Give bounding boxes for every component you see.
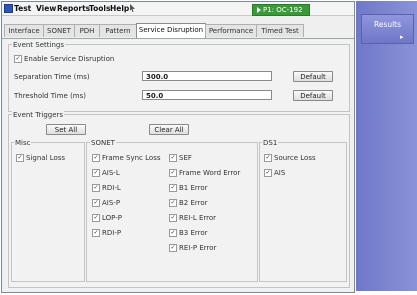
event-settings-title: Event Settings bbox=[12, 41, 65, 49]
rdi-l-checkbox[interactable]: ✓ bbox=[92, 184, 100, 192]
frame-word-error-checkbox[interactable]: ✓ bbox=[169, 169, 177, 177]
threshold-time-label: Threshold Time (ms) bbox=[14, 92, 87, 100]
rei-l-error-label: REI-L Error bbox=[179, 214, 217, 222]
lop-p-checkbox[interactable]: ✓ bbox=[92, 214, 100, 222]
enable-service-disruption-label: Enable Service Disruption bbox=[24, 55, 115, 63]
tab-sonet[interactable]: SONET bbox=[43, 24, 75, 37]
menu-reports[interactable]: Reports bbox=[57, 4, 90, 13]
separation-time-label: Separation Time (ms) bbox=[14, 73, 90, 81]
ds1-title: DS1 bbox=[262, 139, 279, 147]
clear-all-button[interactable]: Clear All bbox=[149, 124, 189, 135]
enable-service-disruption-checkbox[interactable]: ✓ bbox=[14, 55, 22, 63]
ais-l-checkbox[interactable]: ✓ bbox=[92, 169, 100, 177]
window-icon bbox=[4, 4, 13, 13]
tab-pdh[interactable]: PDH bbox=[74, 24, 100, 37]
b1-error-checkbox[interactable]: ✓ bbox=[169, 184, 177, 192]
lop-p-label: LOP-P bbox=[102, 214, 122, 222]
tab-pattern[interactable]: Pattern bbox=[99, 24, 137, 37]
ais-p-checkbox[interactable]: ✓ bbox=[92, 199, 100, 207]
set-all-button[interactable]: Set All bbox=[46, 124, 86, 135]
results-sidebar: Results ▸ bbox=[356, 1, 417, 291]
source-loss-checkbox[interactable]: ✓ bbox=[264, 154, 272, 162]
b1-error-label: B1 Error bbox=[179, 184, 208, 192]
sef-checkbox[interactable]: ✓ bbox=[169, 154, 177, 162]
rdi-p-checkbox[interactable]: ✓ bbox=[92, 229, 100, 237]
b2-error-label: B2 Error bbox=[179, 199, 208, 207]
b3-error-checkbox[interactable]: ✓ bbox=[169, 229, 177, 237]
tab-timed-test[interactable]: Timed Test bbox=[256, 24, 304, 37]
ais-l-label: AIS-L bbox=[102, 169, 120, 177]
menu-test[interactable]: Test bbox=[14, 4, 31, 13]
event-triggers-title: Event Triggers bbox=[12, 111, 65, 119]
rdi-l-label: RDI-L bbox=[102, 184, 121, 192]
ds1-ais-checkbox[interactable]: ✓ bbox=[264, 169, 272, 177]
rdi-p-label: RDI-P bbox=[102, 229, 122, 237]
tab-service-disruption[interactable]: Service Disruption bbox=[136, 23, 206, 38]
port-label: P1: OC-192 bbox=[263, 6, 303, 14]
separation-time-input[interactable]: 300.0 bbox=[142, 71, 272, 81]
results-label: Results bbox=[373, 20, 402, 29]
b2-error-checkbox[interactable]: ✓ bbox=[169, 199, 177, 207]
service-disruption-panel: Event Settings ✓ Enable Service Disrupti… bbox=[6, 40, 350, 290]
menu-view[interactable]: View bbox=[36, 4, 56, 13]
ais-p-label: AIS-P bbox=[102, 199, 121, 207]
port-badge[interactable]: P1: OC-192 bbox=[252, 4, 310, 16]
frame-sync-loss-label: Frame Sync Loss bbox=[102, 154, 161, 162]
main-window: Test View Reports Tools Help P1: OC-192 … bbox=[1, 1, 355, 293]
tab-interface[interactable]: Interface bbox=[4, 24, 44, 37]
signal-loss-label: Signal Loss bbox=[26, 154, 66, 162]
threshold-time-input[interactable]: 50.0 bbox=[142, 90, 272, 100]
ds1-ais-label: AIS bbox=[274, 169, 286, 177]
cursor-icon bbox=[130, 4, 135, 12]
separation-default-button[interactable]: Default bbox=[293, 71, 333, 82]
frame-word-error-label: Frame Word Error bbox=[179, 169, 241, 177]
rei-p-error-checkbox[interactable]: ✓ bbox=[169, 244, 177, 252]
tab-bar: Interface SONET PDH Pattern Service Disr… bbox=[2, 23, 354, 39]
sonet-group bbox=[86, 142, 258, 282]
frame-sync-loss-checkbox[interactable]: ✓ bbox=[92, 154, 100, 162]
sonet-title: SONET bbox=[90, 139, 116, 147]
rei-l-error-checkbox[interactable]: ✓ bbox=[169, 214, 177, 222]
signal-loss-checkbox[interactable]: ✓ bbox=[16, 154, 24, 162]
b3-error-label: B3 Error bbox=[179, 229, 208, 237]
rei-p-error-label: REI-P Error bbox=[179, 244, 217, 252]
menu-bar: Test View Reports Tools Help P1: OC-192 bbox=[2, 2, 354, 16]
threshold-default-button[interactable]: Default bbox=[293, 90, 333, 101]
play-arrow-icon bbox=[257, 7, 261, 13]
expand-arrow-icon[interactable]: ▸ bbox=[400, 34, 409, 41]
misc-title: Misc bbox=[14, 139, 32, 147]
ds1-group bbox=[259, 142, 347, 282]
source-loss-label: Source Loss bbox=[274, 154, 316, 162]
tab-performance[interactable]: Performance bbox=[205, 24, 257, 37]
menu-help[interactable]: Help bbox=[110, 4, 129, 13]
menu-tools[interactable]: Tools bbox=[89, 4, 110, 13]
misc-group bbox=[11, 142, 85, 282]
sef-label: SEF bbox=[179, 154, 192, 162]
